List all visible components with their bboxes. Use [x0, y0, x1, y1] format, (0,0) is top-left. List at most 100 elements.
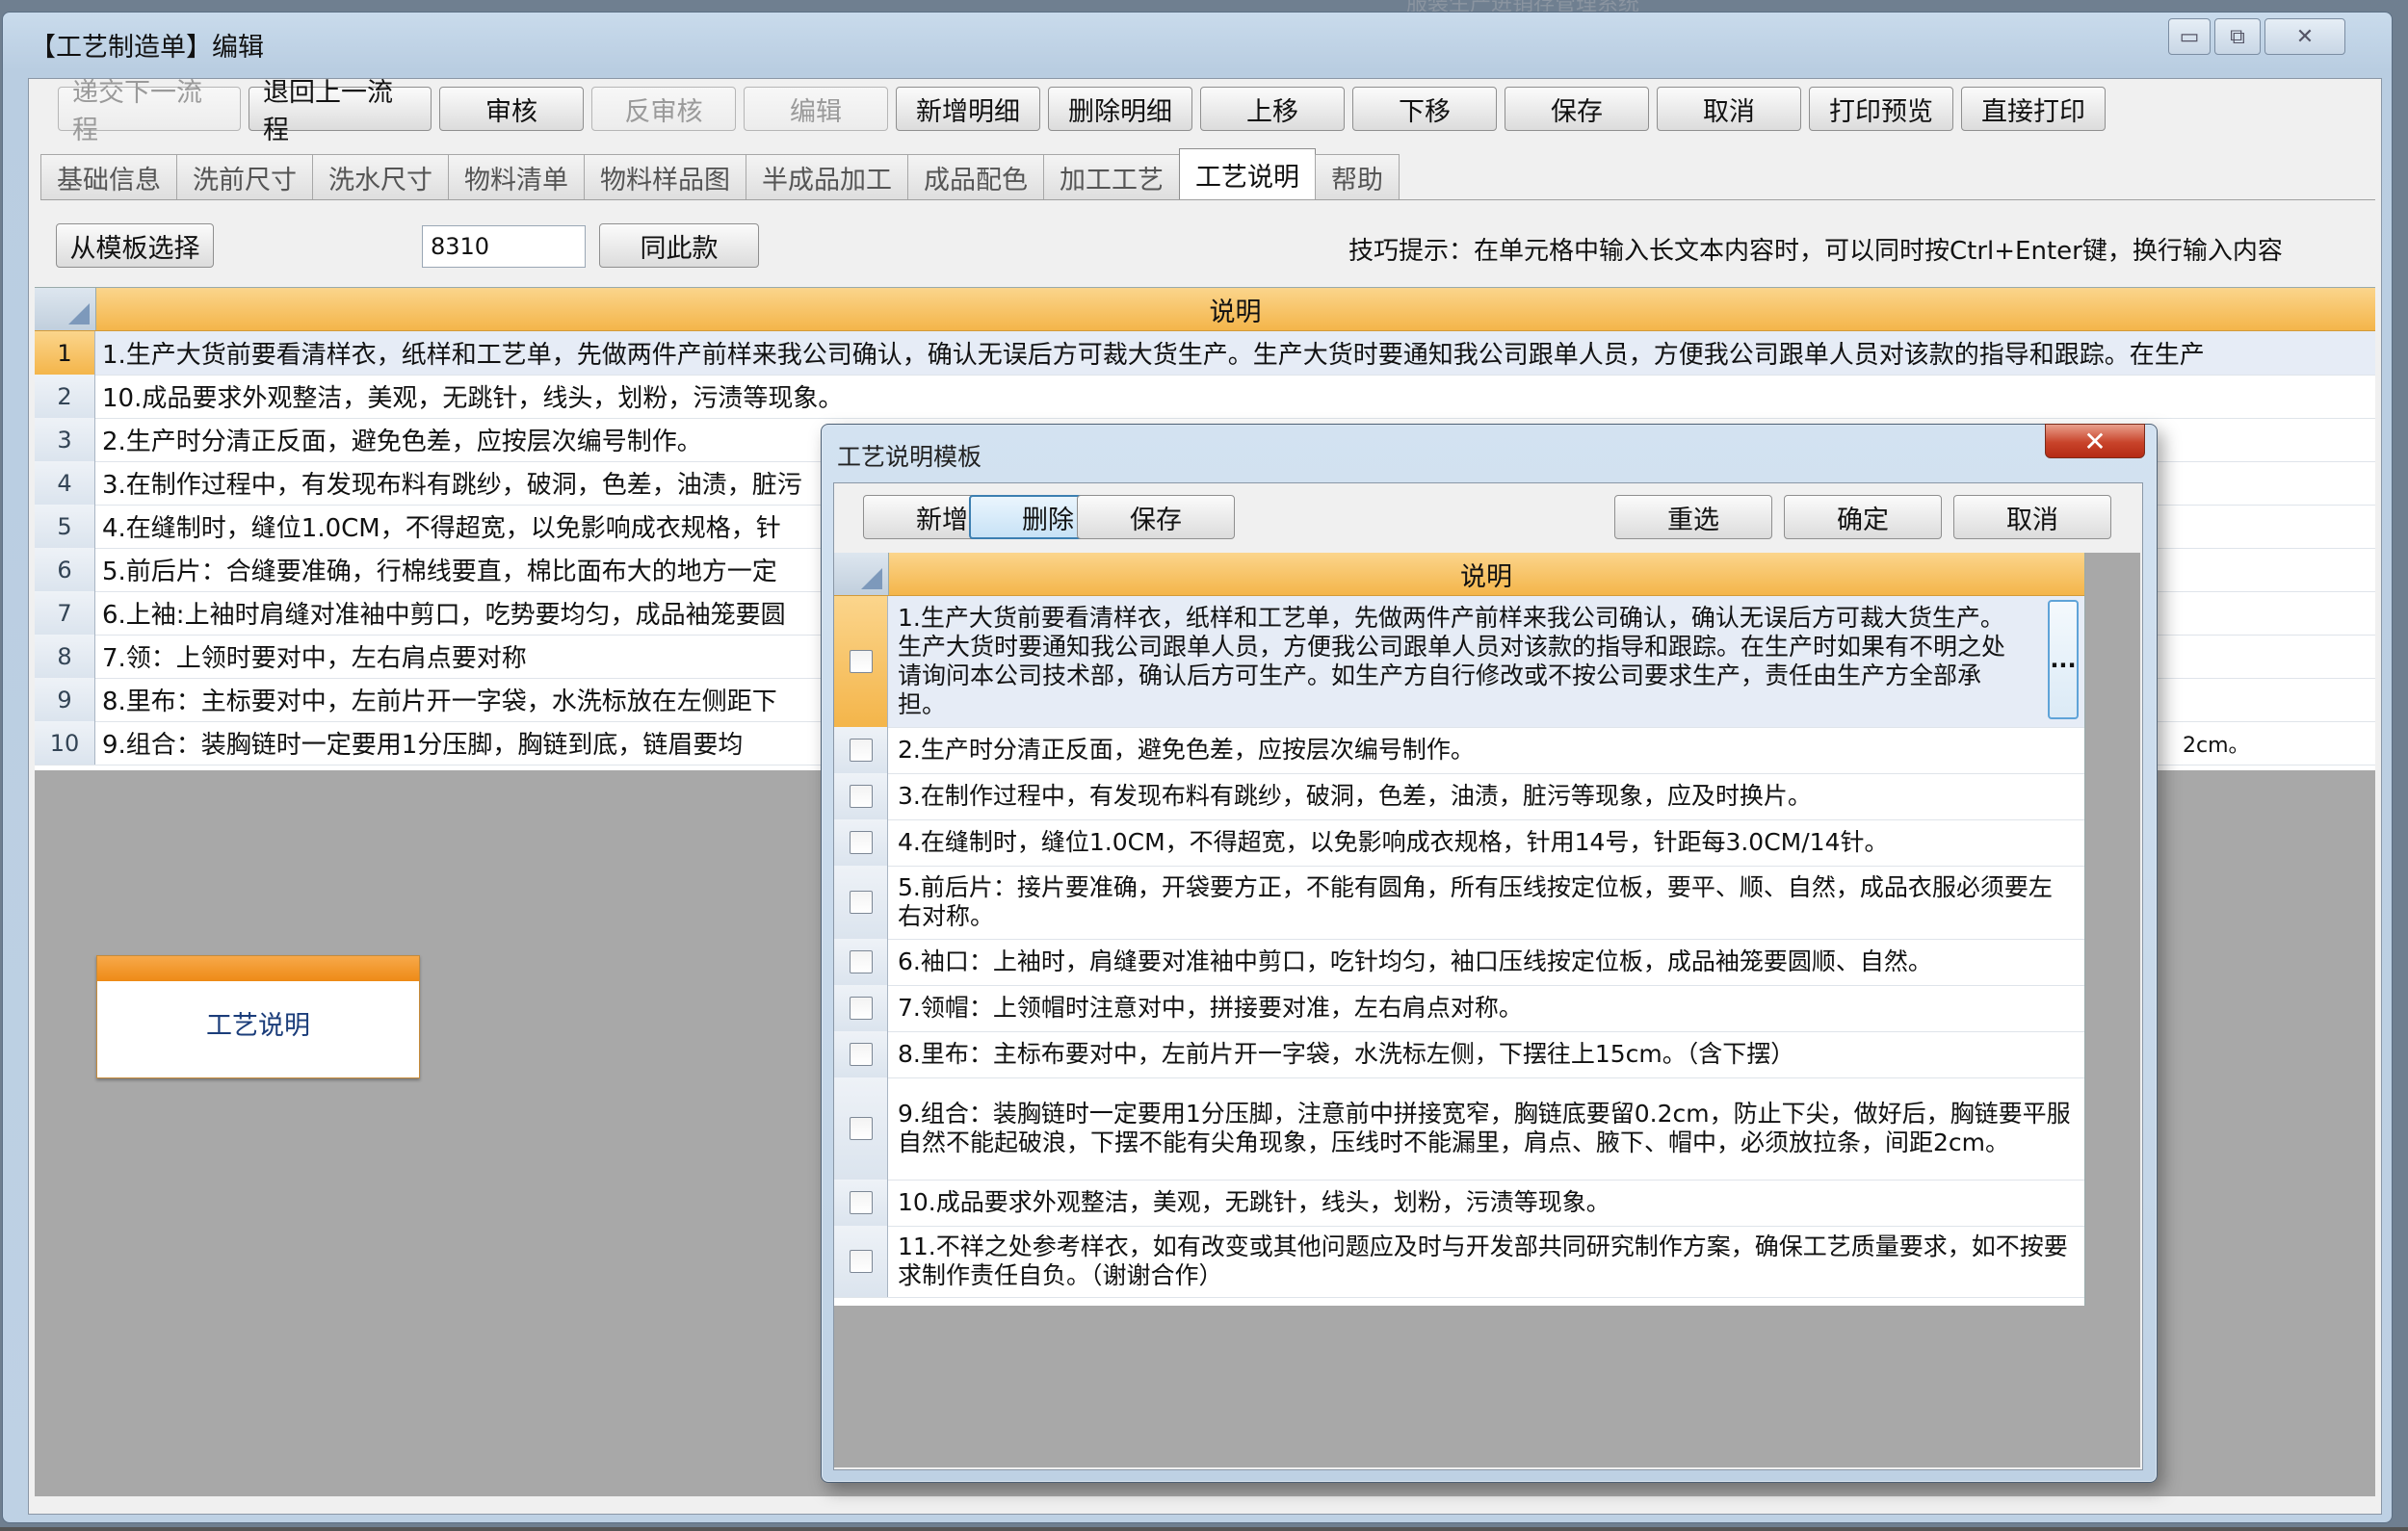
row-number[interactable]: 2 [35, 375, 95, 418]
card-accent-bar [97, 956, 419, 981]
row-selector [834, 866, 888, 939]
row-number[interactable]: 7 [35, 591, 95, 635]
maximize-button[interactable]: ⧉ [2214, 18, 2261, 55]
row-number[interactable]: 5 [35, 505, 95, 548]
toolbar-button-6[interactable]: 删除明细 [1048, 87, 1192, 131]
tab-1[interactable]: 洗前尺寸 [176, 154, 313, 200]
row-checkbox[interactable] [849, 1250, 873, 1273]
template-row[interactable]: 7.领帽：上领帽时注意对中，拼接要对准，左右肩点对称。 [834, 985, 2084, 1032]
dialog-reselect-button[interactable]: 重选 [1614, 495, 1772, 539]
tab-2[interactable]: 洗水尺寸 [312, 154, 449, 200]
template-column-header-description[interactable]: 说明 [888, 553, 2084, 595]
tab-5[interactable]: 半成品加工 [746, 154, 908, 200]
row-checkbox[interactable] [849, 785, 873, 808]
row-number[interactable]: 3 [35, 418, 95, 461]
row-selector [834, 1031, 888, 1077]
template-row[interactable]: 10.成品要求外观整洁，美观，无跳针，线头，划粉，污渍等现象。 [834, 1180, 2084, 1227]
toolbar-button-3[interactable]: 反审核 [591, 87, 736, 131]
toolbar-button-2[interactable]: 审核 [439, 87, 584, 131]
tip-text: 技巧提示：在单元格中输入长文本内容时，可以同时按Ctrl+Enter键，换行输入… [1348, 237, 2283, 266]
template-description-cell[interactable]: 8.里布：主标布要对中，左前片开一字袋，水洗标左侧，下摆往上15cm。（含下摆） [898, 1031, 2075, 1077]
template-description-cell[interactable]: 1.生产大货前要看清样衣，纸样和工艺单，先做两件产前样来我公司确认，确认无误后方… [898, 596, 2021, 727]
row-description-cell[interactable]: 1.生产大货前要看清样衣，纸样和工艺单，先做两件产前样来我公司确认，确认无误后方… [102, 331, 2375, 375]
minimize-button[interactable]: ▭ [2168, 18, 2211, 55]
tab-7[interactable]: 加工工艺 [1043, 154, 1180, 200]
template-description-cell[interactable]: 10.成品要求外观整洁，美观，无跳针，线头，划粉，污渍等现象。 [898, 1180, 2075, 1226]
grid-select-all-corner[interactable] [35, 288, 96, 330]
table-row[interactable]: 1 1.生产大货前要看清样衣，纸样和工艺单，先做两件产前样来我公司确认，确认无误后… [35, 331, 2375, 376]
same-style-button[interactable]: 同此款 [599, 223, 759, 268]
template-grid-body: 说明 1.生产大货前要看清样衣，纸样和工艺单，先做两件产前样来我公司确认，确认无… [834, 553, 2085, 1306]
dialog-confirm-button[interactable]: 确定 [1784, 495, 1942, 539]
template-grid-corner[interactable] [834, 553, 889, 595]
toolbar-button-4[interactable]: 编辑 [744, 87, 888, 131]
close-button[interactable]: ✕ [2264, 18, 2345, 55]
toolbar-button-8[interactable]: 下移 [1352, 87, 1497, 131]
template-description-cell[interactable]: 9.组合：装胸链时一定要用1分压脚，注意前中拼接宽窄，胸链底要留0.2cm，防止… [898, 1077, 2075, 1180]
toolbar-button-1[interactable]: 退回上一流程 [249, 78, 432, 145]
template-description-cell[interactable]: 7.领帽：上领帽时注意对中，拼接要对准，左右肩点对称。 [898, 985, 2075, 1031]
toolbar-button-10[interactable]: 取消 [1657, 87, 1801, 131]
tab-4[interactable]: 物料样品图 [584, 154, 746, 200]
tab-0[interactable]: 基础信息 [40, 154, 177, 200]
row-number[interactable]: 6 [35, 548, 95, 591]
row-selector [834, 939, 888, 985]
row-number[interactable]: 4 [35, 461, 95, 505]
toolbar-button-7[interactable]: 上移 [1200, 87, 1345, 131]
tab-9[interactable]: 帮助 [1315, 154, 1400, 200]
tab-strip: 基础信息 洗前尺寸 洗水尺寸 物料清单 物料样品图 半成品加工 成品配色 加工工艺 工艺说明 帮助 [40, 148, 1400, 200]
row-number[interactable]: 10 [35, 721, 95, 765]
toolbar-button-11[interactable]: 打印预览 [1809, 87, 1953, 131]
tab-8[interactable]: 工艺说明 [1179, 148, 1316, 200]
row-checkbox[interactable] [849, 997, 873, 1020]
template-description-cell[interactable]: 11.不祥之处参考样衣，如有改变或其他问题应及时与开发部共同研究制作方案，确保工… [898, 1226, 2075, 1297]
template-row[interactable]: 5.前后片：接片要准确，开袋要方正，不能有圆角，所有压线按定位板，要平、顺、自然… [834, 866, 2084, 940]
row-selector [834, 985, 888, 1031]
row-selector [834, 1180, 888, 1226]
row-checkbox[interactable] [849, 1117, 873, 1140]
process-description-card[interactable]: 工艺说明 [96, 955, 420, 1078]
tab-3[interactable]: 物料清单 [448, 154, 585, 200]
dialog-title: 工艺说明模板 [837, 443, 982, 471]
row-selector [834, 596, 888, 727]
cell-edit-ellipsis-button[interactable]: ... [2048, 600, 2079, 719]
row-checkbox[interactable] [849, 650, 873, 673]
dialog-save-button[interactable]: 保存 [1077, 495, 1235, 539]
toolbar-button-12[interactable]: 直接打印 [1961, 87, 2106, 131]
row-checkbox[interactable] [849, 891, 873, 914]
template-description-cell[interactable]: 2.生产时分清正反面，避免色差，应按层次编号制作。 [898, 727, 2075, 773]
row-number[interactable]: 1 [35, 331, 95, 375]
template-description-cell[interactable]: 3.在制作过程中，有发现布料有跳纱，破洞，色差，油渍，脏污等现象，应及时换片。 [898, 773, 2075, 819]
dialog-cancel-button[interactable]: 取消 [1953, 495, 2111, 539]
column-header-description[interactable]: 说明 [95, 288, 2375, 330]
template-row[interactable]: 9.组合：装胸链时一定要用1分压脚，注意前中拼接宽窄，胸链底要留0.2cm，防止… [834, 1077, 2084, 1181]
row-checkbox[interactable] [849, 950, 873, 973]
template-row[interactable]: 6.袖口：上袖时，肩缝要对准袖中剪口，吃针均匀，袖口压线按定位板，成品袖笼要圆顺… [834, 939, 2084, 986]
row-checkbox[interactable] [849, 1191, 873, 1214]
template-row[interactable]: 11.不祥之处参考样衣，如有改变或其他问题应及时与开发部共同研究制作方案，确保工… [834, 1226, 2084, 1298]
tab-6[interactable]: 成品配色 [907, 154, 1044, 200]
toolbar-button-5[interactable]: 新增明细 [896, 87, 1040, 131]
row-checkbox[interactable] [849, 1043, 873, 1066]
template-row[interactable]: 2.生产时分清正反面，避免色差，应按层次编号制作。 [834, 727, 2084, 774]
row-number[interactable]: 8 [35, 635, 95, 678]
row-checkbox[interactable] [849, 739, 873, 762]
select-from-template-button[interactable]: 从模板选择 [56, 223, 214, 268]
template-description-cell[interactable]: 6.袖口：上袖时，肩缝要对准袖中剪口，吃针均匀，袖口压线按定位板，成品袖笼要圆顺… [898, 939, 2075, 985]
style-number-input[interactable] [422, 225, 586, 268]
row-number[interactable]: 9 [35, 678, 95, 721]
row-description-cell[interactable]: 10.成品要求外观整洁，美观，无跳针，线头，划粉，污渍等现象。 [102, 375, 2375, 418]
toolbar-button-9[interactable]: 保存 [1505, 87, 1649, 131]
row-selector [834, 727, 888, 773]
template-row[interactable]: 8.里布：主标布要对中，左前片开一字袋，水洗标左侧，下摆往上15cm。（含下摆） [834, 1031, 2084, 1078]
template-row[interactable]: 1.生产大货前要看清样衣，纸样和工艺单，先做两件产前样来我公司确认，确认无误后方… [834, 596, 2084, 728]
template-row[interactable]: 4.在缝制时，缝位1.0CM，不得超宽，以免影响成衣规格，针用14号，针距每3.… [834, 819, 2084, 867]
template-description-cell[interactable]: 4.在缝制时，缝位1.0CM，不得超宽，以免影响成衣规格，针用14号，针距每3.… [898, 819, 2075, 866]
template-row[interactable]: 3.在制作过程中，有发现布料有跳纱，破洞，色差，油渍，脏污等现象，应及时换片。 [834, 773, 2084, 820]
table-row[interactable]: 2 10.成品要求外观整洁，美观，无跳针，线头，划粉，污渍等现象。 [35, 375, 2375, 419]
dialog-client-area: 新增 删除 保存 重选 确定 取消 说明 1.生产大货前要看清样衣，纸样和工艺单… [833, 482, 2143, 1470]
toolbar-button-0[interactable]: 递交下一流程 [58, 78, 241, 145]
dialog-close-button[interactable]: ✕ [2045, 424, 2145, 458]
template-description-cell[interactable]: 5.前后片：接片要准确，开袋要方正，不能有圆角，所有压线按定位板，要平、顺、自然… [898, 866, 2075, 939]
row-checkbox[interactable] [849, 831, 873, 854]
